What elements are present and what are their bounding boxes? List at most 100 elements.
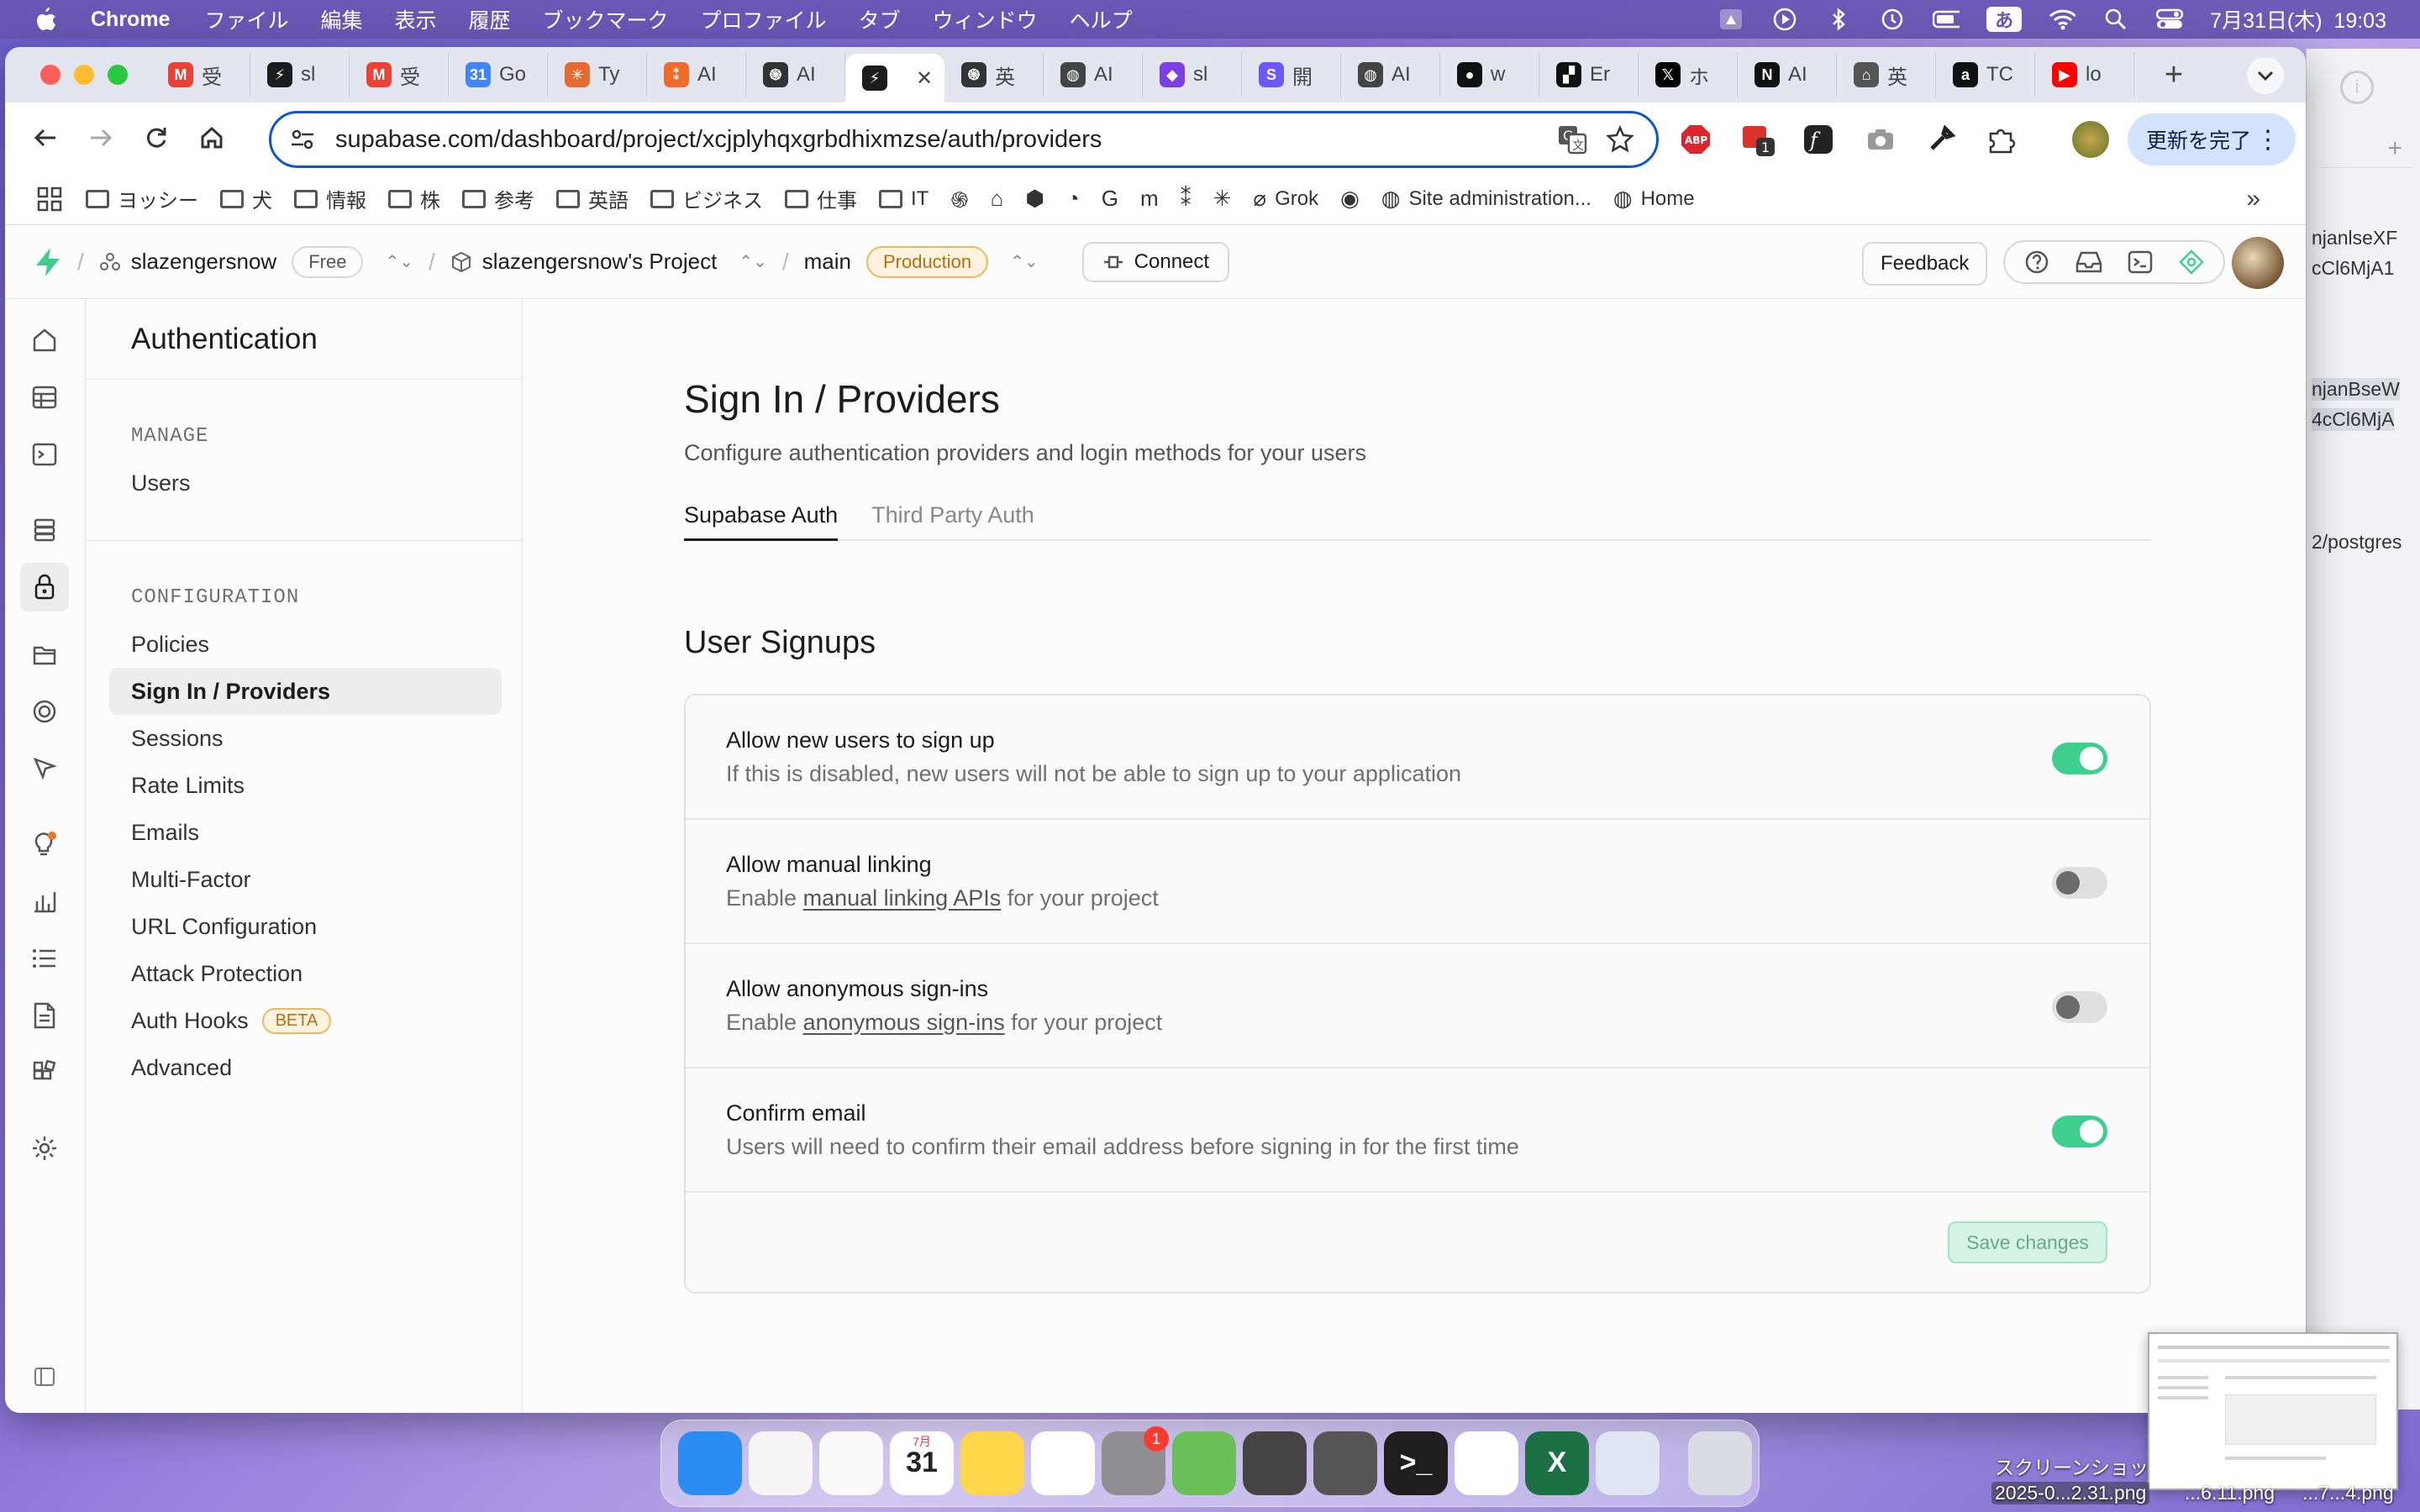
menu-file[interactable]: ファイル — [204, 4, 288, 34]
menu-item-users[interactable]: Users — [86, 459, 522, 507]
bookmark-item[interactable]: G — [1102, 186, 1118, 212]
tab-third-party-auth[interactable]: Third Party Auth — [871, 482, 1034, 541]
advisors-bulb-icon[interactable] — [27, 827, 62, 862]
browser-tab[interactable]: ֍ AI — [746, 53, 845, 97]
edge-functions-icon[interactable] — [27, 694, 62, 729]
bookmark-item[interactable]: ⬢ — [1025, 186, 1044, 212]
user-avatar[interactable] — [2232, 237, 2284, 289]
home-icon[interactable] — [193, 119, 230, 156]
bookmark-item[interactable]: ◔ — [1066, 186, 1080, 212]
bookmark-item[interactable]: ✳ — [1213, 186, 1232, 212]
control-center-icon[interactable] — [2156, 7, 2184, 32]
vscode-icon[interactable] — [1455, 1431, 1518, 1495]
maps-app-icon[interactable] — [1172, 1431, 1236, 1495]
apple-menu-icon[interactable] — [34, 0, 67, 39]
terminal-icon[interactable]: >_ — [1384, 1431, 1448, 1495]
trash-icon[interactable] — [1688, 1431, 1752, 1495]
browser-tab[interactable]: ◍ AI — [1044, 53, 1143, 97]
translate-icon[interactable]: G文 — [1557, 124, 1587, 155]
api-docs-icon[interactable] — [27, 998, 62, 1033]
bookmark-folder[interactable]: IT — [879, 187, 929, 211]
table-editor-icon[interactable] — [27, 380, 62, 415]
sql-editor-icon[interactable] — [27, 437, 62, 472]
menu-help[interactable]: ヘルプ — [1070, 4, 1133, 34]
save-changes-button[interactable]: Save changes — [1948, 1221, 2107, 1263]
browser-tab[interactable]: 31 Go — [449, 53, 548, 97]
authentication-lock-icon[interactable] — [20, 563, 69, 612]
menu-window[interactable]: ウィンドウ — [933, 4, 1038, 34]
address-bar[interactable]: supabase.com/dashboard/project/xcjplyhqx… — [269, 111, 1659, 168]
freeform-icon[interactable] — [1031, 1431, 1095, 1495]
forward-arrow-icon[interactable] — [82, 119, 119, 156]
chrome-icon[interactable] — [749, 1431, 813, 1495]
setting-toggle[interactable] — [2052, 743, 2107, 774]
zoom-window-button[interactable] — [108, 65, 128, 85]
connect-button[interactable]: Connect — [1081, 241, 1230, 282]
browser-tab[interactable]: ⚡ sl — [250, 53, 350, 97]
menu-bookmarks[interactable]: ブックマーク — [543, 4, 669, 34]
menu-item-emails[interactable]: Emails — [86, 809, 522, 856]
bookmark-folder[interactable]: ビジネス — [650, 184, 763, 213]
battery-icon[interactable] — [1933, 7, 1960, 32]
apps-grid-icon[interactable] — [37, 186, 62, 212]
menu-item-sessions[interactable]: Sessions — [86, 715, 522, 762]
realtime-cursor-icon[interactable] — [27, 751, 62, 786]
menu-history[interactable]: 履歴 — [469, 4, 511, 34]
menu-edit[interactable]: 編集 — [320, 4, 362, 34]
menu-profiles[interactable]: プロファイル — [701, 4, 827, 34]
browser-tab[interactable]: ▞ Er — [1539, 53, 1639, 97]
bookmark-item[interactable]: ֍ — [950, 184, 968, 214]
url-text[interactable]: supabase.com/dashboard/project/xcjplyhqx… — [335, 126, 1102, 154]
browser-tab[interactable]: S開 — [1242, 53, 1341, 97]
menubar-clock[interactable]: 7月31日(木) 19:03 — [2210, 4, 2386, 34]
more-bookmarks-chevron-icon[interactable]: » — [2246, 185, 2260, 213]
setting-toggle[interactable] — [2052, 1116, 2107, 1147]
org-switch-chevron-icon[interactable]: ⌃⌄ — [385, 251, 413, 272]
menu-view[interactable]: 表示 — [395, 4, 437, 34]
bookmark-folder[interactable]: 仕事 — [785, 184, 857, 213]
database-icon[interactable] — [27, 512, 62, 548]
bookmark-item[interactable]: ⁑ — [1181, 186, 1192, 212]
bookmark-item[interactable]: ◍ Site administration... — [1381, 186, 1591, 212]
bookmark-item[interactable]: ◍ Home — [1613, 186, 1695, 212]
bookmark-folder[interactable]: ヨッシー — [86, 184, 198, 213]
bookmark-item[interactable]: m — [1140, 186, 1159, 212]
bookmark-folder[interactable]: 英語 — [556, 184, 629, 213]
kebab-menu-icon[interactable]: ⋮ — [2255, 125, 2281, 155]
close-window-button[interactable] — [40, 65, 60, 85]
bookmark-folder[interactable]: 情報 — [294, 184, 366, 213]
bookmark-folder[interactable]: 犬 — [220, 184, 272, 213]
new-tab-button[interactable]: + — [2153, 57, 2195, 93]
menu-item-url-configuration[interactable]: URL Configuration — [86, 903, 522, 950]
browser-tab[interactable]: 𝕏ホ — [1639, 53, 1738, 97]
bookmark-folder[interactable]: 株 — [388, 184, 440, 213]
browser-tab[interactable]: ▶ lo — [2035, 53, 2134, 97]
feedback-button[interactable]: Feedback — [1862, 242, 1988, 286]
logs-list-icon[interactable] — [27, 941, 62, 976]
help-icon[interactable] — [2024, 249, 2049, 275]
collapse-sidebar-icon[interactable] — [27, 1359, 62, 1394]
camera-icon[interactable] — [1862, 121, 1899, 158]
browser-tab[interactable]: ⁑ AI — [647, 53, 746, 97]
extensions-puzzle-icon[interactable] — [1983, 121, 2020, 158]
browser-tab[interactable]: a TC — [1936, 53, 2035, 97]
supabase-logo-icon[interactable] — [34, 247, 62, 277]
tab-search-chevron-icon[interactable] — [2247, 57, 2284, 94]
bookmark-star-icon[interactable] — [1606, 125, 1634, 154]
branch-switch-chevron-icon[interactable]: ⌃⌄ — [1010, 251, 1039, 272]
active-tab[interactable]: ⚡ ✕ — [845, 54, 944, 102]
menu-item-advanced[interactable]: Advanced — [86, 1044, 522, 1091]
lens-app-icon[interactable] — [1313, 1431, 1377, 1495]
menu-item-sign-in-providers[interactable]: Sign In / Providers — [109, 668, 502, 715]
home-rail-icon[interactable] — [27, 323, 62, 358]
profile-avatar[interactable] — [2072, 121, 2109, 158]
browser-tab[interactable]: ● w — [1440, 53, 1539, 97]
project-name[interactable]: slazengersnow's Project — [482, 249, 718, 275]
bookmark-folder[interactable]: 参考 — [462, 184, 534, 213]
browser-tab[interactable]: M受 — [151, 53, 250, 97]
project-switch-chevron-icon[interactable]: ⌃⌄ — [739, 251, 767, 272]
extension-badge-icon[interactable]: 1 — [1739, 121, 1776, 158]
tab-supabase-auth[interactable]: Supabase Auth — [684, 482, 839, 541]
time-machine-icon[interactable] — [1879, 7, 1906, 32]
calculator-icon[interactable] — [1243, 1431, 1307, 1495]
